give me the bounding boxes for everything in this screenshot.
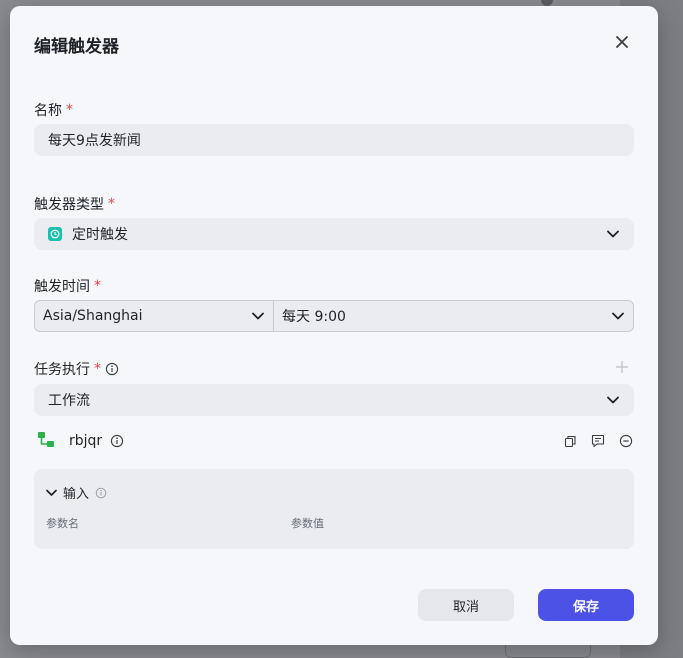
workflow-actions (562, 433, 634, 449)
task-type-select[interactable]: 工作流 (34, 384, 634, 416)
chevron-down-icon (251, 309, 265, 323)
cancel-button[interactable]: 取消 (418, 589, 514, 621)
trigger-type-label: 触发器类型 * (34, 194, 115, 214)
input-panel: 输入 参数名 参数值 (34, 469, 634, 549)
info-icon[interactable] (95, 487, 107, 499)
trigger-type-select[interactable]: 定时触发 (34, 218, 634, 250)
workflow-icon (37, 431, 57, 451)
close-button[interactable] (611, 31, 633, 53)
param-name-header: 参数名 (46, 517, 79, 530)
task-label: 任务执行 * (34, 359, 119, 379)
close-icon (616, 36, 628, 48)
remove-circle-icon (619, 434, 633, 448)
trigger-type-value: 定时触发 (72, 227, 128, 243)
workflow-row: rbjqr (34, 429, 634, 453)
timezone-select[interactable]: Asia/Shanghai (34, 300, 274, 332)
chevron-down-icon (611, 309, 625, 323)
plus-icon (616, 361, 628, 373)
chevron-down-icon (46, 489, 57, 497)
name-input-value: 每天9点发新闻 (48, 133, 141, 149)
task-type-value: 工作流 (48, 393, 90, 409)
task-label-text: 任务执行 (34, 362, 90, 378)
trigger-time-label-text: 触发时间 (34, 279, 90, 295)
edit-trigger-dialog: 编辑触发器 名称 * 每天9点发新闻 触发器类型 * 定时触发 触发时间 * A… (10, 6, 658, 645)
schedule-value: 每天 9:00 (282, 309, 346, 325)
copy-icon (564, 435, 576, 447)
save-button[interactable]: 保存 (538, 589, 634, 621)
param-value-header: 参数值 (291, 517, 324, 530)
remove-button[interactable] (618, 433, 634, 449)
input-panel-toggle[interactable]: 输入 (46, 483, 107, 502)
input-panel-title: 输入 (63, 487, 90, 502)
required-mark: * (94, 278, 101, 294)
trigger-type-label-text: 触发器类型 (34, 197, 104, 213)
info-icon[interactable] (110, 434, 124, 448)
chevron-down-icon (606, 227, 620, 241)
required-mark: * (108, 196, 115, 212)
timezone-value: Asia/Shanghai (43, 308, 143, 324)
name-label-text: 名称 (34, 103, 62, 119)
workflow-name: rbjqr (69, 433, 103, 449)
schedule-select[interactable]: 每天 9:00 (274, 300, 634, 332)
clock-icon (48, 227, 62, 241)
comment-icon (591, 434, 605, 448)
chevron-down-icon (606, 393, 620, 407)
trigger-time-group: Asia/Shanghai 每天 9:00 (34, 300, 634, 332)
add-task-button[interactable] (614, 359, 630, 375)
copy-button[interactable] (562, 433, 578, 449)
info-icon[interactable] (105, 362, 119, 376)
name-input[interactable]: 每天9点发新闻 (34, 124, 634, 156)
required-mark: * (66, 102, 73, 118)
name-label: 名称 * (34, 100, 73, 120)
comment-button[interactable] (590, 433, 606, 449)
dialog-title: 编辑触发器 (34, 37, 119, 57)
trigger-time-label: 触发时间 * (34, 276, 101, 296)
required-mark: * (94, 361, 101, 377)
